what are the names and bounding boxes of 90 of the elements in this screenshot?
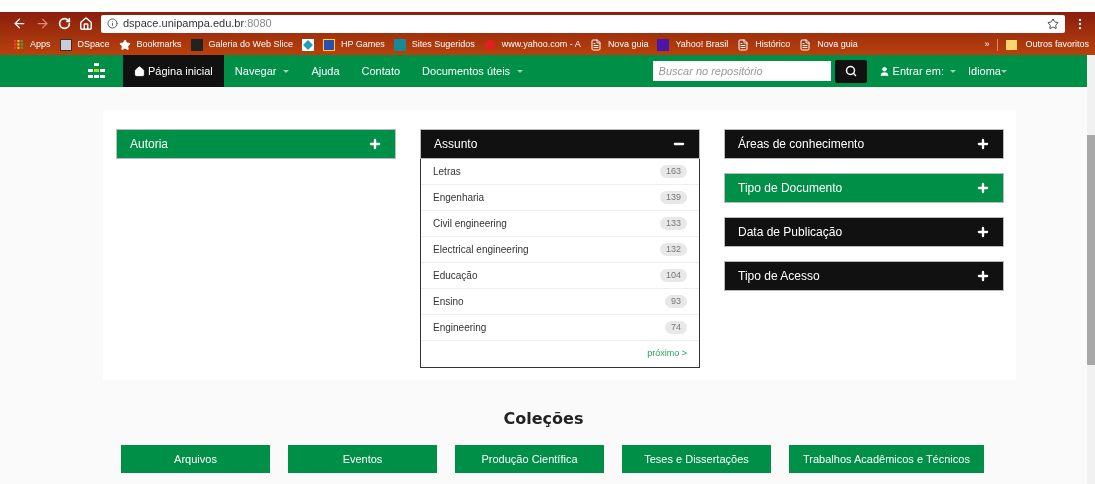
facet-header[interactable]: Assunto — [420, 129, 700, 159]
facet-header[interactable]: Autoria — [116, 129, 396, 159]
collections-title: Coleções — [503, 408, 584, 430]
more-bookmarks-button[interactable]: » — [984, 38, 990, 52]
bookmark-item[interactable]: DSpace — [77, 38, 110, 52]
caret-icon — [1001, 69, 1007, 73]
collection-button[interactable]: Teses e Dissertações — [622, 445, 771, 473]
forward-icon[interactable] — [35, 16, 50, 31]
bookmark-item[interactable]: www.yahoo.com - A — [501, 38, 581, 52]
facet-item[interactable]: Ensino — [433, 294, 464, 309]
user-icon — [878, 65, 890, 77]
facet-title: Tipo de Acesso — [738, 268, 820, 285]
caret-icon — [517, 69, 524, 73]
nav-item[interactable]: Ajuda — [300, 55, 351, 87]
square-icon — [322, 39, 335, 51]
facet-header[interactable]: Tipo de Acesso — [724, 261, 1004, 291]
nav-item[interactable]: Página inicial — [123, 55, 224, 87]
facet-header[interactable]: Tipo de Documento — [724, 173, 1004, 203]
count-badge: 132 — [659, 242, 687, 257]
bookmark-item[interactable]: Nova guia — [817, 38, 858, 52]
star-icon — [118, 39, 131, 51]
home-icon — [134, 65, 145, 77]
facet-item[interactable]: Engineering — [433, 320, 487, 335]
facet-title: Áreas de conhecimento — [738, 135, 865, 153]
facet-item[interactable]: Electrical engineering — [433, 242, 529, 257]
bookmark-item[interactable]: Histórico — [755, 38, 791, 52]
folder-icon — [1006, 40, 1018, 50]
bookmark-star-icon[interactable] — [1047, 17, 1059, 30]
count-badge: 139 — [659, 190, 687, 205]
back-icon[interactable] — [12, 16, 27, 31]
facet-title: Tipo de Documento — [738, 180, 843, 197]
facet-title: Assunto — [434, 136, 478, 153]
language-menu[interactable]: Idioma — [967, 62, 1007, 80]
caret-icon — [283, 69, 290, 73]
nav-item[interactable]: Contato — [350, 55, 412, 87]
home-icon[interactable] — [79, 16, 93, 31]
expand-icon — [976, 181, 990, 195]
login-menu[interactable]: Entrar em: — [878, 62, 956, 80]
facet-title: Autoria — [130, 136, 169, 153]
bookmark-item[interactable]: Apps — [30, 38, 51, 52]
reload-icon[interactable] — [58, 17, 71, 30]
next-link[interactable]: próximo > — [647, 347, 687, 361]
count-badge: 104 — [659, 268, 687, 283]
square-icon — [190, 39, 203, 51]
page-icon — [799, 39, 812, 51]
search-field[interactable]: Buscar no repositório — [652, 61, 831, 81]
collection-button[interactable]: Produção Científica — [455, 445, 604, 473]
caret-icon — [949, 69, 956, 73]
expand-icon — [976, 137, 990, 151]
nav-item[interactable]: Navegar — [223, 55, 301, 87]
square-icon — [59, 39, 72, 51]
count-badge: 133 — [659, 216, 687, 231]
facet-item[interactable]: Educação — [433, 268, 478, 283]
bookmark-item[interactable]: Galeria do Web Slice — [208, 38, 293, 52]
bookmark-item[interactable]: Outros favoritos — [1025, 38, 1089, 52]
address-bar[interactable]: dspace.unipampa.edu.br:8080 — [101, 14, 1065, 33]
facet-header[interactable]: Áreas de conhecimento — [724, 129, 1004, 159]
circle-icon — [483, 39, 496, 51]
diamond-icon — [301, 39, 314, 51]
logo-icon[interactable] — [88, 63, 106, 79]
nav-item[interactable]: Documentos úteis — [411, 55, 535, 87]
expand-icon — [976, 225, 990, 239]
square-icon — [393, 39, 406, 51]
page-icon — [737, 39, 750, 51]
bookmark-item[interactable]: HP Games — [340, 38, 385, 52]
scrollbar[interactable] — [1087, 55, 1095, 484]
collection-button[interactable]: Eventos — [288, 445, 437, 473]
expand-icon — [368, 137, 382, 151]
count-badge: 74 — [665, 320, 687, 335]
facet-item[interactable]: Letras — [433, 164, 461, 179]
collection-button[interactable]: Trabalhos Acadêmicos e Técnicos — [789, 445, 984, 473]
facet-item[interactable]: Engenharia — [433, 190, 485, 205]
info-icon — [107, 18, 118, 29]
bookmark-item[interactable]: Yahoo! Brasil — [675, 38, 729, 52]
page-icon — [589, 39, 602, 51]
square-icon — [657, 39, 670, 51]
facet-title: Data de Publicação — [738, 224, 843, 241]
search-icon — [844, 65, 857, 77]
count-badge: 93 — [665, 294, 687, 309]
facet-item[interactable]: Civil engineering — [433, 216, 507, 231]
apps-grid-icon — [14, 40, 24, 50]
bookmark-item[interactable]: Nova guia — [607, 38, 649, 52]
collection-button[interactable]: Arquivos — [121, 445, 270, 473]
bookmark-item[interactable]: Bookmarks — [136, 38, 182, 52]
expand-icon — [976, 269, 990, 283]
url-text: dspace.unipampa.edu.br:8080 — [123, 16, 272, 32]
count-badge: 163 — [659, 164, 687, 179]
search-button[interactable] — [834, 59, 867, 83]
bookmark-item[interactable]: Sites Sugeridos — [411, 38, 475, 52]
facet-header[interactable]: Data de Publicação — [724, 217, 1004, 247]
